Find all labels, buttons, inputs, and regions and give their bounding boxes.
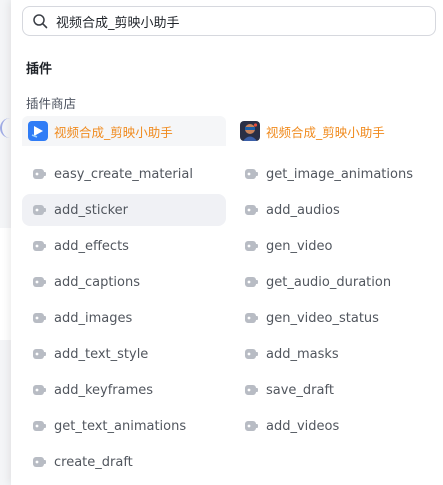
plugin-tool-icon xyxy=(33,205,46,215)
plugin-tool-icon xyxy=(245,205,258,215)
tool-item-add-audios[interactable]: add_audios xyxy=(234,194,438,226)
plugin-tool-icon xyxy=(245,349,258,359)
plugin-tool-icon xyxy=(33,349,46,359)
tool-item-label: add_effects xyxy=(54,238,129,254)
plugin-tool-icon xyxy=(245,277,258,287)
plugin-tool-icon xyxy=(245,421,258,431)
plugin-tool-icon xyxy=(245,169,258,179)
tab-plugin-1[interactable]: 视频合成_剪映小助手 xyxy=(22,116,226,146)
tool-item-label: save_draft xyxy=(266,382,334,398)
tool-item-label: get_text_animations xyxy=(54,418,187,434)
plugin-tool-icon xyxy=(33,169,46,179)
tool-item-label: gen_video_status xyxy=(266,310,379,326)
plugin-tool-icon xyxy=(245,313,258,323)
tool-item-label: get_image_animations xyxy=(266,166,413,182)
tool-item-label: add_audios xyxy=(266,202,340,218)
section-title: 插件 xyxy=(26,62,53,77)
tool-item-create-draft[interactable]: create_draft xyxy=(22,446,226,478)
tool-item-add-masks[interactable]: add_masks xyxy=(234,338,438,370)
avatar-logo-icon xyxy=(240,121,260,141)
plugin-tool-icon xyxy=(33,277,46,287)
tool-item-save-draft[interactable]: save_draft xyxy=(234,374,438,406)
tool-item-add-images[interactable]: add_images xyxy=(22,302,226,334)
tool-item-label: gen_video xyxy=(266,238,333,254)
plugin-tool-icon xyxy=(33,241,46,251)
tab-plugin-2[interactable]: 视频合成_剪映小助手 xyxy=(234,116,438,146)
tool-item-label: get_audio_duration xyxy=(266,274,392,290)
search-icon xyxy=(33,14,48,29)
plugin-panel: 插件 插件商店 视频合成_剪映小助手 视频合成_剪映小助手 easy_creat… xyxy=(11,0,443,485)
tool-item-label: add_masks xyxy=(266,346,339,362)
plugin-tool-icon xyxy=(33,385,46,395)
tool-item-label: add_sticker xyxy=(54,202,129,218)
tool-item-gen-video[interactable]: gen_video xyxy=(234,230,438,262)
tool-item-label: add_videos xyxy=(266,418,340,434)
tool-item-gen-video-status[interactable]: gen_video_status xyxy=(234,302,438,334)
tool-item-get-audio-duration[interactable]: get_audio_duration xyxy=(234,266,438,298)
tool-item-label: add_images xyxy=(54,310,133,326)
play-logo-icon xyxy=(28,121,48,141)
tool-item-get-image-animations[interactable]: get_image_animations xyxy=(234,158,438,190)
tool-item-get-text-animations[interactable]: get_text_animations xyxy=(22,410,226,442)
tool-item-add-sticker[interactable]: add_sticker xyxy=(22,194,226,226)
tool-item-add-keyframes[interactable]: add_keyframes xyxy=(22,374,226,406)
tool-item-add-effects[interactable]: add_effects xyxy=(22,230,226,262)
search-box[interactable] xyxy=(22,6,436,36)
tab-plugin-1-label: 视频合成_剪映小助手 xyxy=(54,124,173,140)
search-input[interactable] xyxy=(56,10,416,32)
plugin-tool-icon xyxy=(33,457,46,467)
tool-item-label: create_draft xyxy=(54,454,133,470)
tool-item-label: add_captions xyxy=(54,274,141,290)
plugin-tool-icon xyxy=(245,241,258,251)
tool-item-add-videos[interactable]: add_videos xyxy=(234,410,438,442)
tool-item-label: add_text_style xyxy=(54,346,149,362)
tool-item-add-text-style[interactable]: add_text_style xyxy=(22,338,226,370)
plugin-tool-icon xyxy=(33,421,46,431)
tool-item-add-captions[interactable]: add_captions xyxy=(22,266,226,298)
plugin-tool-icon xyxy=(245,385,258,395)
plugin-tool-icon xyxy=(33,313,46,323)
tool-item-label: easy_create_material xyxy=(54,166,193,182)
tool-item-easy-create-material[interactable]: easy_create_material xyxy=(22,158,226,190)
tab-plugin-2-label: 视频合成_剪映小助手 xyxy=(266,124,385,140)
plugin-store-title: 插件商店 xyxy=(26,96,77,111)
tool-item-label: add_keyframes xyxy=(54,382,154,398)
